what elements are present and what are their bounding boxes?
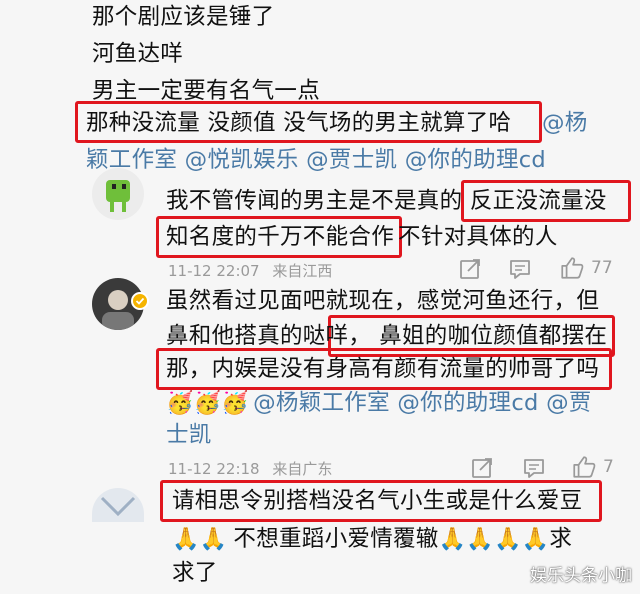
praying-hands-icon: 🙏	[466, 527, 495, 552]
mention-links[interactable]: @杨颖工作室 @你的助理cd @贾	[253, 390, 592, 416]
comment-icon	[510, 260, 530, 279]
thumbs-up-icon	[561, 257, 584, 279]
share-button[interactable]	[458, 257, 482, 281]
comment-line: 那个剧应该是锤了	[92, 4, 275, 30]
share-icon	[472, 458, 492, 478]
avatar-photo-icon	[100, 496, 136, 517]
praying-hands-icon: 🙏	[172, 527, 200, 552]
party-face-icon: 🥳	[193, 391, 222, 416]
reply-text: 鼻和他搭真的哒咩，	[166, 323, 372, 349]
reply-meta: 11-12 22:07 来自江西	[168, 260, 332, 281]
mention-link[interactable]: @杨	[542, 108, 588, 138]
reply-line: 🙏🙏 不想重蹈小爱情覆辙🙏🙏🙏🙏求	[172, 524, 572, 554]
comment-line: 那种没流量 没颜值 没气场的男主就算了哈	[86, 110, 512, 136]
reply-line: 请相思令别搭档没名气小生或是什么爱豆	[172, 488, 583, 514]
party-face-icon: 🥳	[221, 391, 250, 416]
comment-button[interactable]	[522, 456, 546, 480]
location: 来自江西	[272, 262, 333, 280]
reply-line: 虽然看过见面吧就现在，感觉河鱼还行，但	[166, 288, 600, 314]
mention-links[interactable]: 颖工作室 @悦凯娱乐 @贾士凯 @你的助理cd	[86, 145, 546, 175]
comment-line: 河鱼达咩	[92, 41, 184, 67]
reply-text-highlighted: 反正没流量没	[469, 188, 607, 214]
timestamp: 11-12 22:18	[168, 460, 260, 478]
like-count: 7	[603, 457, 614, 477]
avatar[interactable]	[92, 488, 144, 522]
reply-line: 我不管传闻的男主是不是真的 反正没流量没	[166, 186, 607, 216]
reply-text: 不针对具体的人	[398, 224, 558, 250]
party-face-icon: 🥳	[166, 391, 194, 416]
reply-line: 鼻和他搭真的哒咩， 鼻姐的咖位颜值都摆在	[166, 321, 607, 351]
reply-text: 求	[549, 526, 573, 552]
reply-line: 知名度的千万不能合作 不针对具体的人	[166, 222, 558, 252]
share-button[interactable]	[470, 456, 494, 480]
avatar-cartoon-icon	[106, 180, 130, 212]
like-button[interactable]: 77	[559, 255, 613, 281]
reply-text: 不想重蹈小爱情覆辙	[233, 526, 439, 552]
like-button[interactable]: 7	[571, 454, 614, 480]
location: 来自广东	[272, 460, 333, 478]
reply-line: 那，内娱是没有身高有颜有流量的帅哥了吗	[166, 356, 600, 382]
reply-meta: 11-12 22:18 来自广东	[168, 458, 332, 479]
watermark: 娱乐头条小咖	[530, 566, 632, 586]
avatar[interactable]	[92, 168, 144, 220]
share-icon	[460, 259, 480, 279]
praying-hands-icon: 🙏	[521, 527, 550, 552]
praying-hands-icon: 🙏	[438, 527, 467, 552]
comment-button[interactable]	[508, 257, 532, 281]
like-count: 77	[591, 258, 613, 278]
reply-line: 求了	[172, 560, 218, 586]
comment-icon	[524, 459, 544, 478]
reply-text-highlighted: 鼻姐的咖位颜值都摆在	[379, 323, 608, 349]
timestamp: 11-12 22:07	[168, 262, 260, 280]
verified-badge-icon	[131, 292, 149, 310]
thumbs-up-icon	[573, 456, 596, 478]
reply-line: 🥳🥳🥳 @杨颖工作室 @你的助理cd @贾	[166, 388, 592, 418]
mention-link[interactable]: 士凯	[166, 420, 212, 450]
praying-hands-icon: 🙏	[199, 527, 228, 552]
reply-text: 我不管传闻的男主是不是真的	[166, 188, 470, 214]
praying-hands-icon: 🙏	[494, 527, 522, 552]
reply-text-highlighted: 知名度的千万不能合作	[166, 224, 395, 250]
